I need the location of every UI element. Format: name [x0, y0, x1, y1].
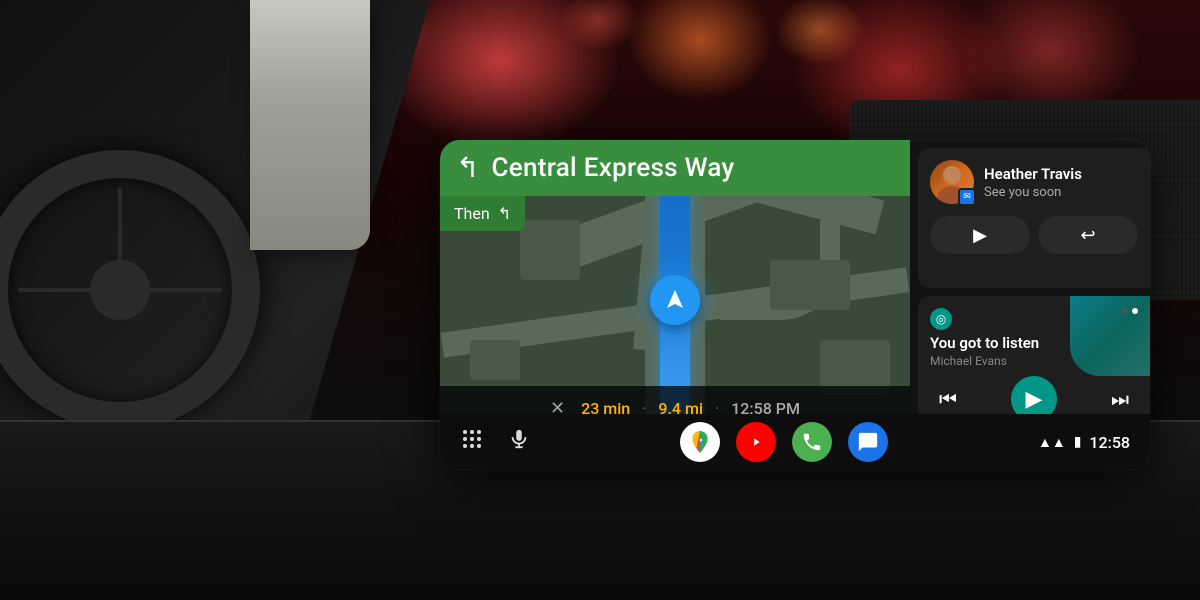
song-title: You got to listen: [930, 334, 1138, 352]
car-body-panel: [250, 0, 370, 250]
spoke-right: [140, 288, 222, 292]
reply-icon: ↩: [1080, 225, 1095, 246]
nav-status-icons: ▲▲ ▮ 12:58: [1038, 433, 1130, 452]
then-indicator: Then ↰: [440, 196, 525, 231]
message-badge: ✉: [958, 188, 976, 206]
direction-banner: ↰ Central Express Way: [440, 140, 910, 196]
message-card[interactable]: ✉ Heather Travis See you soon ▶ ↩: [918, 148, 1150, 288]
navigation-arrow: [650, 275, 700, 325]
building-3: [470, 340, 520, 380]
play-message-button[interactable]: ▶: [930, 216, 1030, 254]
music-meta: ◎ You got to listen Michael Evans: [930, 306, 1138, 368]
android-auto-display: ↰ Central Express Way Then ↰ ✕ 23 min · …: [440, 140, 1150, 470]
microphone-button[interactable]: [508, 428, 530, 456]
maps-app-button[interactable]: [680, 422, 720, 462]
badge-icon: ✉: [963, 192, 971, 202]
contact-name: Heather Travis: [984, 165, 1138, 183]
reply-message-button[interactable]: ↩: [1038, 216, 1138, 254]
play-music-icon: ▶: [1026, 387, 1043, 412]
play-icon: ▶: [973, 225, 987, 246]
building-1: [520, 220, 580, 280]
grid-menu-button[interactable]: [460, 427, 484, 457]
message-info: Heather Travis See you soon: [984, 165, 1138, 200]
progress-dots: [1122, 308, 1138, 314]
message-actions: ▶ ↩: [930, 216, 1138, 254]
prev-icon: ⏮: [939, 387, 957, 411]
nav-app-icons: [680, 422, 888, 462]
music-card[interactable]: ◎ You got to listen Michael Evans ⏮ ▶ ⏭: [918, 296, 1150, 422]
bottom-nav-bar: ▲▲ ▮ 12:58: [440, 414, 1150, 470]
prev-track-button[interactable]: ⏮: [930, 381, 966, 417]
battery-icon: ▮: [1074, 434, 1082, 450]
right-panel: ✉ Heather Travis See you soon ▶ ↩: [910, 140, 1150, 430]
system-clock: 12:58: [1089, 433, 1130, 452]
music-service-icon: ◎: [930, 308, 952, 330]
phone-app-button[interactable]: [792, 422, 832, 462]
artist-name: Michael Evans: [930, 354, 1138, 368]
next-icon: ⏭: [1111, 387, 1129, 411]
messages-app-button[interactable]: [848, 422, 888, 462]
then-arrow-icon: ↰: [498, 204, 511, 223]
message-header: ✉ Heather Travis See you soon: [930, 160, 1138, 204]
nav-left-icons: [460, 427, 530, 457]
dot-1: [1122, 308, 1128, 314]
spoke-left: [18, 288, 100, 292]
then-label: Then: [454, 204, 490, 223]
avatar-container: ✉: [930, 160, 974, 204]
next-track-button[interactable]: ⏭: [1102, 381, 1138, 417]
turn-arrow-icon: ↰: [456, 154, 479, 182]
message-preview: See you soon: [984, 185, 1138, 200]
street-name: Central Express Way: [491, 153, 734, 183]
map-section[interactable]: ↰ Central Express Way Then ↰ ✕ 23 min · …: [440, 140, 910, 430]
building-2: [770, 260, 850, 310]
dot-2: [1132, 308, 1138, 314]
youtube-music-button[interactable]: [736, 422, 776, 462]
signal-icon: ▲▲: [1038, 434, 1066, 451]
